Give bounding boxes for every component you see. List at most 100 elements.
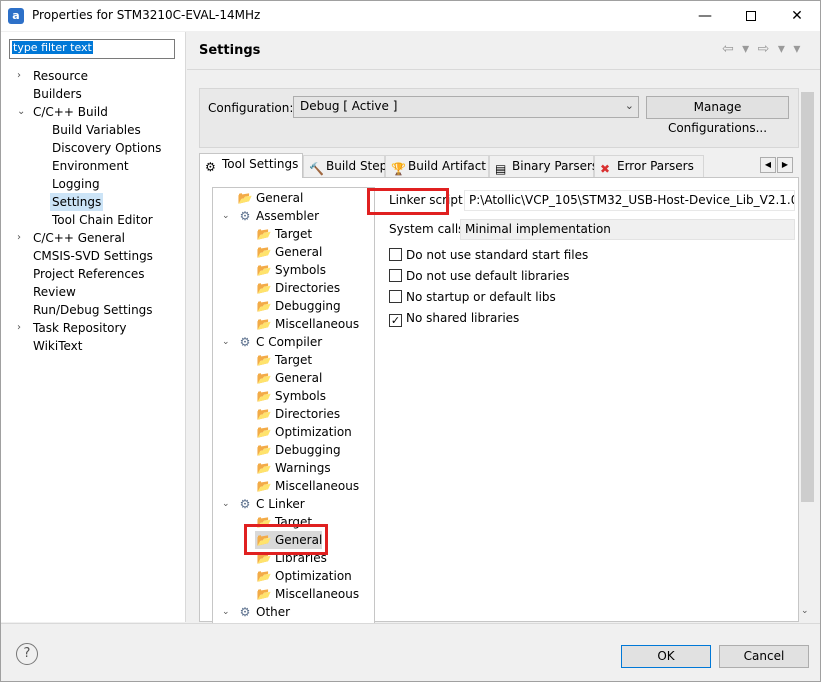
- configuration-select[interactable]: Debug [ Active ] ⌄: [293, 96, 639, 118]
- tree-item-label: General: [275, 371, 323, 385]
- tree-item-miscellaneous[interactable]: 📂 Miscellaneous: [255, 477, 360, 495]
- maximize-button[interactable]: [728, 1, 774, 31]
- chevron-down-icon: ⌄: [624, 99, 634, 112]
- checkbox-row-no-startup-or-default-libs[interactable]: No startup or default libs: [389, 289, 556, 307]
- checkbox-unchecked[interactable]: [389, 248, 402, 261]
- checkbox-row-no-shared-libraries[interactable]: ✓ No shared libraries: [389, 310, 519, 328]
- title-bar[interactable]: a Properties for STM3210C-EVAL-14MHz — ✕: [1, 1, 820, 31]
- sidebar-item-run-debug-settings[interactable]: Run/Debug Settings: [33, 301, 153, 319]
- sidebar-item-cpp-build[interactable]: C/C++ Build: [33, 103, 108, 121]
- configuration-label: Configuration:: [208, 101, 294, 115]
- scrollbar-thumb[interactable]: [801, 92, 814, 502]
- tree-item-label: Directories: [275, 407, 341, 421]
- page-scrollbar[interactable]: ⌄: [799, 90, 816, 622]
- cancel-button[interactable]: Cancel: [719, 645, 809, 668]
- tab-scroll-right-button[interactable]: ▶: [777, 157, 793, 173]
- tab-tool-settings[interactable]: ⚙ Tool Settings: [199, 153, 303, 178]
- sidebar-item-cpp-general[interactable]: C/C++ General: [33, 229, 125, 247]
- tree-item-assembler[interactable]: ⚙ Assembler: [236, 207, 319, 225]
- folder-icon: 📂: [256, 461, 272, 475]
- folder-icon: 📂: [256, 425, 272, 439]
- tree-item-label: Optimization: [275, 569, 352, 583]
- linker-script-input[interactable]: P:\Atollic\VCP_105\STM32_USB-Host-Device…: [464, 190, 795, 211]
- folder-icon: 📂: [256, 263, 272, 277]
- chevron-right-icon[interactable]: ›: [17, 229, 21, 247]
- chevron-down-icon[interactable]: ⌄: [222, 207, 230, 225]
- tree-item-label: C Linker: [256, 497, 305, 511]
- chevron-right-icon[interactable]: ›: [17, 319, 21, 337]
- tool-gear-icon: ⚙: [239, 497, 251, 511]
- filter-input-text: type filter text: [12, 41, 93, 54]
- tree-item-debugging[interactable]: 📂 Debugging: [255, 297, 341, 315]
- tree-item-target[interactable]: 📂 Target: [255, 225, 313, 243]
- folder-icon: 📂: [256, 299, 272, 313]
- sidebar-item-logging[interactable]: Logging: [52, 175, 100, 193]
- chevron-down-icon[interactable]: ⌄: [222, 495, 230, 513]
- chevron-down-icon[interactable]: ⌄: [222, 603, 230, 621]
- tab-label: Build Steps: [326, 159, 394, 173]
- chevron-down-icon[interactable]: ⌄: [222, 333, 230, 351]
- checkbox-label: Do not use default libraries: [406, 269, 570, 283]
- sidebar-item-task-repository[interactable]: Task Repository: [33, 319, 127, 337]
- chevron-down-icon[interactable]: ⌄: [17, 103, 25, 121]
- chevron-right-icon[interactable]: ›: [17, 67, 21, 85]
- page-title: Settings: [199, 43, 261, 58]
- tree-item-general[interactable]: 📂 General: [236, 189, 304, 207]
- tool-gear-icon: ⚙: [239, 209, 251, 223]
- tree-item-general[interactable]: 📂 General: [255, 243, 323, 261]
- tree-item-directories[interactable]: 📂 Directories: [255, 405, 341, 423]
- scroll-down-icon[interactable]: ⌄: [801, 606, 809, 616]
- sidebar-item-discovery-options[interactable]: Discovery Options: [52, 139, 161, 157]
- sidebar-item-settings[interactable]: Settings: [50, 193, 104, 211]
- tree-item-directories[interactable]: 📂 Directories: [255, 279, 341, 297]
- tree-item-label: Symbols: [275, 389, 326, 403]
- folder-icon: 📂: [256, 317, 272, 331]
- ok-button[interactable]: OK: [621, 645, 711, 668]
- sidebar-item-build-variables[interactable]: Build Variables: [52, 121, 141, 139]
- tree-item-symbols[interactable]: 📂 Symbols: [255, 261, 326, 279]
- system-calls-select[interactable]: Minimal implementation: [460, 219, 795, 240]
- sidebar-item-cmsis-svd-settings[interactable]: CMSIS-SVD Settings: [33, 247, 153, 265]
- sidebar-item-environment[interactable]: Environment: [52, 157, 129, 175]
- tab-build-steps[interactable]: 🔨 Build Steps: [303, 155, 394, 177]
- tree-item-target[interactable]: 📂 Target: [255, 351, 313, 369]
- tree-item-c-compiler[interactable]: ⚙ C Compiler: [236, 333, 323, 351]
- tree-item-general[interactable]: 📂 General: [255, 369, 323, 387]
- sidebar-item-review[interactable]: Review: [33, 283, 76, 301]
- sidebar-item-resource[interactable]: Resource: [33, 67, 88, 85]
- tree-item-other[interactable]: ⚙ Other: [236, 603, 290, 621]
- tree-item-optimization[interactable]: 📂 Optimization: [255, 567, 352, 585]
- folder-icon: 📂: [256, 443, 272, 457]
- sidebar-item-wikitext[interactable]: WikiText: [33, 337, 83, 355]
- checkbox-row-no-default-libraries[interactable]: Do not use default libraries: [389, 268, 569, 286]
- close-button[interactable]: ✕: [774, 1, 820, 31]
- tab-build-artifact[interactable]: 🏆 Build Artifact: [385, 155, 489, 177]
- tab-label: Build Artifact: [408, 159, 486, 173]
- tree-item-debugging[interactable]: 📂 Debugging: [255, 441, 341, 459]
- tree-item-label: Optimization: [275, 425, 352, 439]
- tree-item-c-linker[interactable]: ⚙ C Linker: [236, 495, 305, 513]
- tree-item-miscellaneous[interactable]: 📂 Miscellaneous: [255, 315, 360, 333]
- sidebar-item-builders[interactable]: Builders: [33, 85, 82, 103]
- sidebar-item-tool-chain-editor[interactable]: Tool Chain Editor: [52, 211, 153, 229]
- tab-binary-parsers[interactable]: ▤ Binary Parsers: [489, 155, 598, 177]
- tree-item-label: C Compiler: [256, 335, 323, 349]
- tab-scroll-left-button[interactable]: ◀: [760, 157, 776, 173]
- tree-item-warnings[interactable]: 📂 Warnings: [255, 459, 331, 477]
- sidebar-item-project-references[interactable]: Project References: [33, 265, 145, 283]
- tree-item-miscellaneous[interactable]: 📂 Miscellaneous: [255, 585, 360, 603]
- tree-item-optimization[interactable]: 📂 Optimization: [255, 423, 352, 441]
- checkbox-checked[interactable]: ✓: [389, 314, 402, 327]
- checkbox-row-no-standard-start-files[interactable]: Do not use standard start files: [389, 247, 588, 265]
- minimize-button[interactable]: —: [682, 1, 728, 31]
- tab-error-parsers[interactable]: ✖ Error Parsers: [594, 155, 704, 177]
- tab-label: Error Parsers: [617, 159, 694, 173]
- help-button[interactable]: ?: [16, 643, 38, 665]
- history-navigation-arrows[interactable]: ⇦ ▾ ⇨ ▾ ▾: [722, 41, 802, 57]
- configuration-value: Debug [ Active ]: [300, 99, 398, 113]
- checkbox-unchecked[interactable]: [389, 269, 402, 282]
- filter-input[interactable]: type filter text: [9, 39, 175, 59]
- tree-item-symbols[interactable]: 📂 Symbols: [255, 387, 326, 405]
- manage-configurations-button[interactable]: Manage Configurations...: [646, 96, 789, 135]
- checkbox-unchecked[interactable]: [389, 290, 402, 303]
